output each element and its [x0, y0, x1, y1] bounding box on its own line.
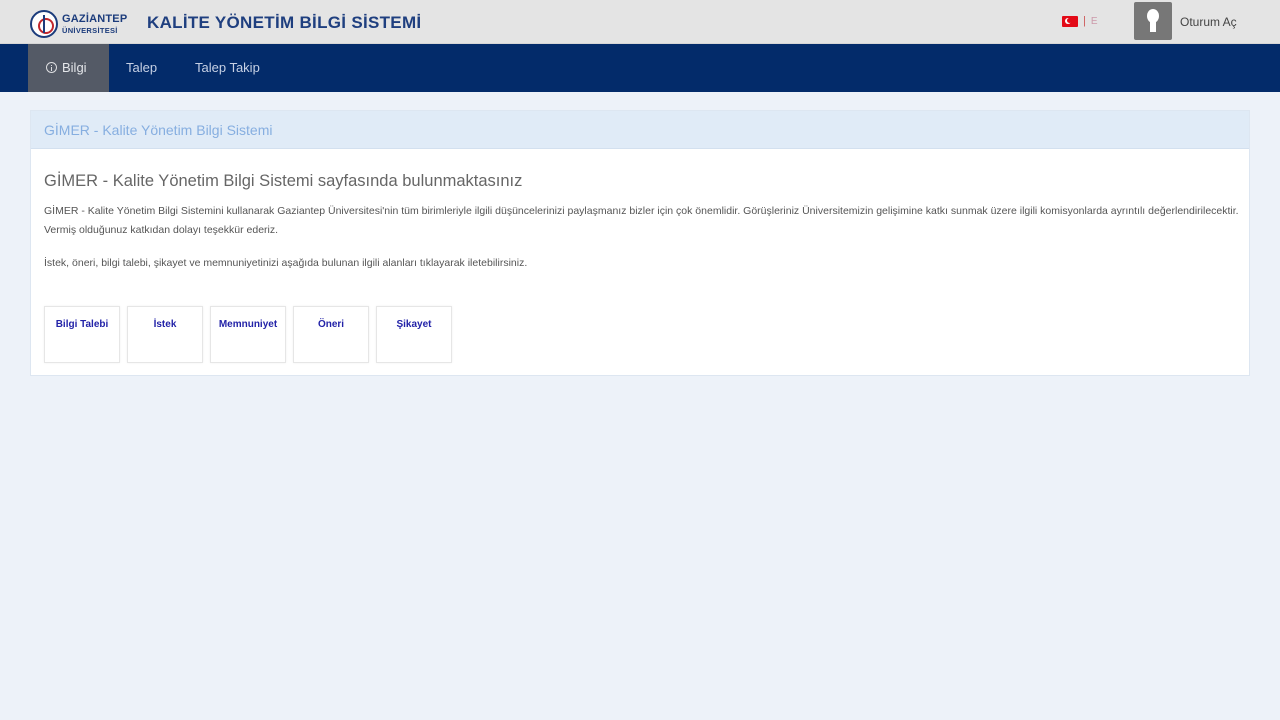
nav-item-label: Talep Takip: [195, 60, 260, 75]
nav-item-label: Bilgi: [62, 60, 87, 75]
tile-oneri[interactable]: Öneri: [293, 306, 369, 363]
tile-istek[interactable]: İstek: [127, 306, 203, 363]
tile-memnuniyet[interactable]: Memnuniyet: [210, 306, 286, 363]
top-header-bar: GAZİANTEP ÜNİVERSİTESİ KALİTE YÖNETİM Bİ…: [0, 0, 1280, 44]
nav-item-bilgi[interactable]: Bilgi: [28, 44, 109, 92]
logo-line-1: GAZİANTEP: [62, 12, 128, 25]
info-panel: GİMER - Kalite Yönetim Bilgi Sistemi GİM…: [30, 110, 1250, 376]
university-emblem-icon: [30, 10, 58, 38]
intro-text: GİMER - Kalite Yönetim Bilgi Sistemini k…: [44, 205, 1239, 236]
info-icon: [46, 62, 57, 73]
main-navigation: Bilgi Talep Talep Takip: [0, 44, 1280, 92]
language-switcher[interactable]: | E: [1062, 15, 1098, 27]
tile-sikayet[interactable]: Şikayet: [376, 306, 452, 363]
panel-body: GİMER - Kalite Yönetim Bilgi Sistemi say…: [31, 172, 1249, 269]
tile-bilgi-talebi[interactable]: Bilgi Talebi: [44, 306, 120, 363]
user-icon[interactable]: [1134, 2, 1172, 40]
nav-item-label: Talep: [126, 60, 158, 75]
panel-heading: GİMER - Kalite Yönetim Bilgi Sistemi: [31, 111, 1249, 149]
login-link[interactable]: Oturum Aç: [1180, 15, 1237, 29]
nav-item-talep-takip[interactable]: Talep Takip: [177, 44, 278, 92]
language-option-english[interactable]: E: [1091, 16, 1098, 27]
request-type-tiles: Bilgi Talebi İstek Memnuniyet Öneri Şika…: [44, 306, 459, 363]
logo-line-2: ÜNİVERSİTESİ: [62, 25, 118, 35]
page-heading: GİMER - Kalite Yönetim Bilgi Sistemi say…: [44, 172, 523, 190]
university-logo[interactable]: GAZİANTEP ÜNİVERSİTESİ: [30, 9, 127, 39]
logo-text: GAZİANTEP ÜNİVERSİTESİ: [62, 12, 128, 35]
turkey-flag-icon[interactable]: [1062, 15, 1078, 27]
nav-item-talep[interactable]: Talep: [108, 44, 175, 92]
language-separator: |: [1083, 15, 1086, 27]
prompt-text: İstek, öneri, bilgi talebi, şikayet ve m…: [44, 257, 528, 269]
app-title: KALİTE YÖNETİM BİLGİ SİSTEMİ: [147, 13, 422, 32]
